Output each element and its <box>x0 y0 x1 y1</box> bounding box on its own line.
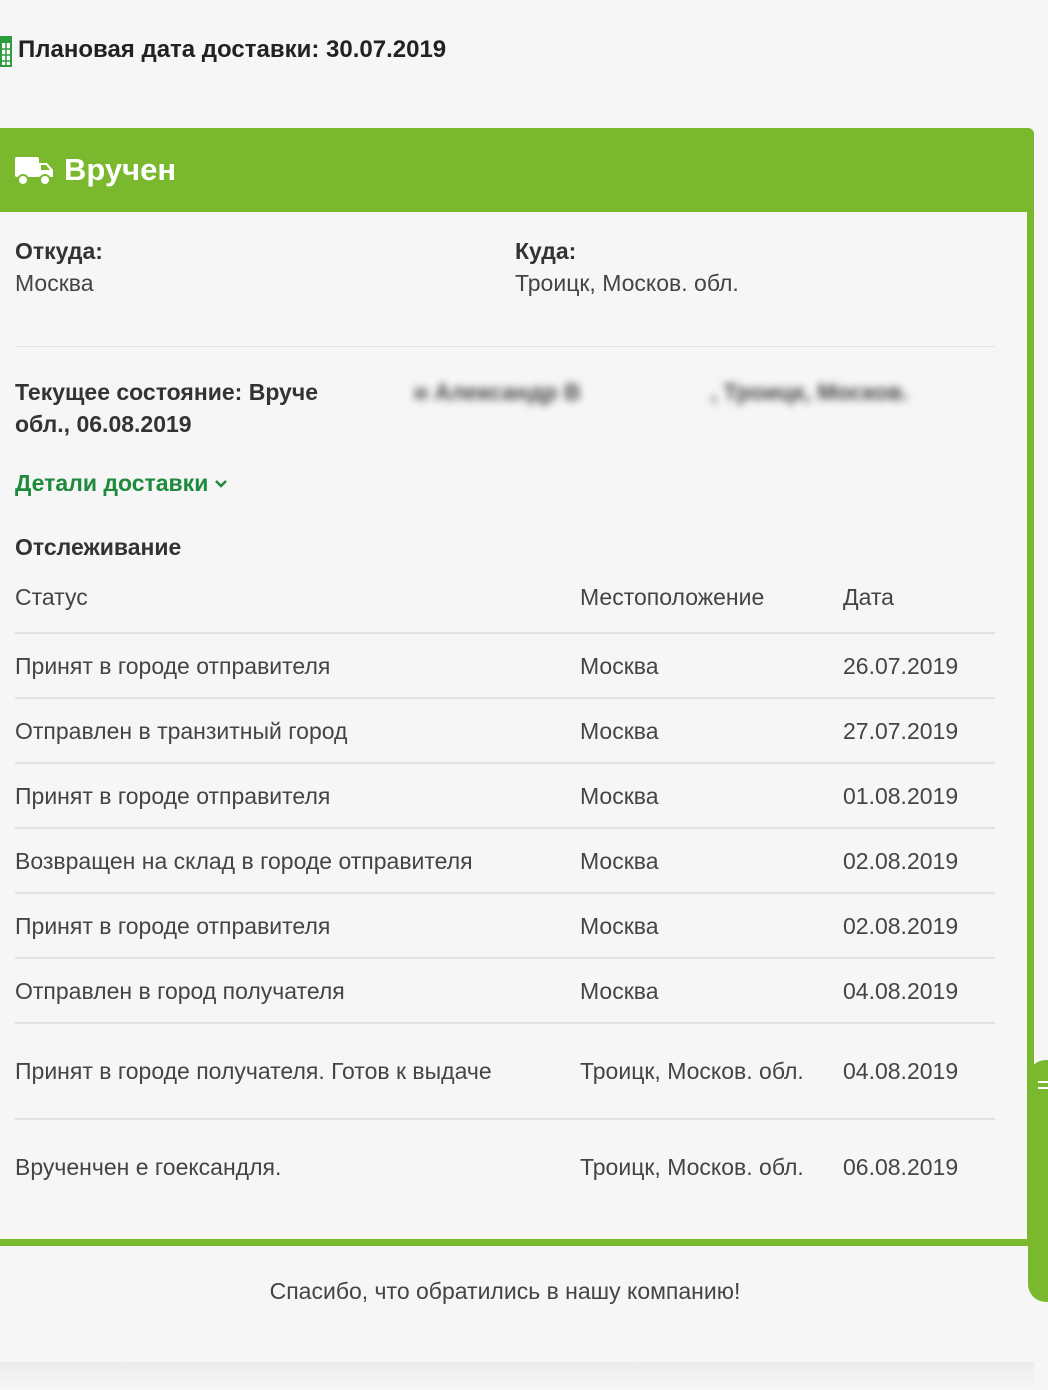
delivery-details-label: Детали доставки <box>15 470 209 496</box>
tracking-table: Статус Местоположение Дата Принят в горо… <box>15 562 995 1214</box>
tracking-title: Отслеживание <box>15 534 182 560</box>
status-card: Вручен Откуда: Москва Куда: Троицк, Моск… <box>0 128 1034 1246</box>
header-date: Дата <box>843 584 894 610</box>
table-row: Принят в городе отправителя Москва 26.07… <box>15 634 995 699</box>
row-date: 04.08.2019 <box>843 977 959 1004</box>
row-status: Возвращен на склад в городе отправителя <box>15 847 473 874</box>
current-state-redacted-name: н Александр В <box>414 379 581 405</box>
current-state-redacted-address: , Троицк, Москов. <box>710 379 909 405</box>
table-header: Статус Местоположение Дата <box>15 562 995 634</box>
row-status: Принят в городе отправителя <box>15 652 331 679</box>
row-location: Москва <box>580 717 659 744</box>
row-date: 04.08.2019 <box>843 1058 959 1084</box>
status-card-body: Откуда: Москва Куда: Троицк, Москов. обл… <box>0 212 1027 1239</box>
row-location: Москва <box>580 782 659 809</box>
row-date: 06.08.2019 <box>843 1154 959 1180</box>
header-status: Статус <box>15 584 88 610</box>
side-feedback-tab[interactable] <box>1028 1060 1048 1302</box>
table-row: Отправлен в город получателя Москва 04.0… <box>15 959 995 1024</box>
current-state-prefix: Текущее состояние: Вруче <box>15 379 318 405</box>
truck-icon <box>15 157 53 186</box>
row-status: Отправлен в транзитный город <box>15 717 348 744</box>
row-location: Москва <box>580 847 659 874</box>
calendar-icon <box>0 36 12 67</box>
row-date: 26.07.2019 <box>843 652 959 679</box>
row-status: Принят в городе отправителя <box>15 912 331 939</box>
from-label: Откуда: <box>15 238 103 264</box>
table-row: Возвращен на склад в городе отправителя … <box>15 829 995 894</box>
row-location: Троицк, Москов. обл. <box>580 1154 804 1180</box>
row-status: Врученчен е гоександля. <box>15 1154 282 1180</box>
table-row: Принят в городе отправителя Москва 02.08… <box>15 894 995 959</box>
row-location: Троицк, Москов. обл. <box>580 1058 804 1084</box>
row-location: Москва <box>580 977 659 1004</box>
row-location: Москва <box>580 652 659 679</box>
chevron-down-icon <box>215 479 228 488</box>
current-state: Текущее состояние: Вруче н Александр В , Т… <box>15 376 975 440</box>
footer-divider <box>0 1362 1034 1390</box>
header-location: Местоположение <box>580 584 765 610</box>
table-row: Принят в городе отправителя Москва 01.08… <box>15 764 995 829</box>
planned-delivery-date: Плановая дата доставки: 30.07.2019 <box>0 28 446 72</box>
row-date: 01.08.2019 <box>843 782 959 809</box>
thanks-message: Спасибо, что обратились в нашу компанию! <box>269 1278 741 1304</box>
table-row: Врученчен е гоександля. Троицк, Москов. … <box>15 1120 995 1214</box>
table-row: Отправлен в транзитный город Москва 27.0… <box>15 699 995 764</box>
to-value: Троицк, Москов. обл. <box>515 270 739 296</box>
row-date: 27.07.2019 <box>843 717 959 744</box>
current-state-suffix: обл., 06.08.2019 <box>15 411 192 437</box>
row-date: 02.08.2019 <box>843 847 959 874</box>
row-date: 02.08.2019 <box>843 912 959 939</box>
row-status: Отправлен в город получателя <box>15 977 345 1004</box>
table-row: Принят в городе получателя. Готов к выда… <box>15 1024 995 1120</box>
row-status: Принят в городе отправителя <box>15 782 331 809</box>
status-header: Вручен <box>0 128 1034 212</box>
divider <box>15 346 995 347</box>
menu-icon <box>1038 1081 1048 1089</box>
to-label: Куда: <box>515 238 577 264</box>
row-status: Принят в городе получателя. Готов к выда… <box>15 1058 492 1084</box>
from-value: Москва <box>15 270 94 296</box>
planned-date-text: Плановая дата доставки: 30.07.2019 <box>18 36 447 63</box>
row-location: Москва <box>580 912 659 939</box>
delivery-details-link[interactable]: Детали доставки <box>15 470 228 497</box>
status-title: Вручен <box>64 152 177 187</box>
